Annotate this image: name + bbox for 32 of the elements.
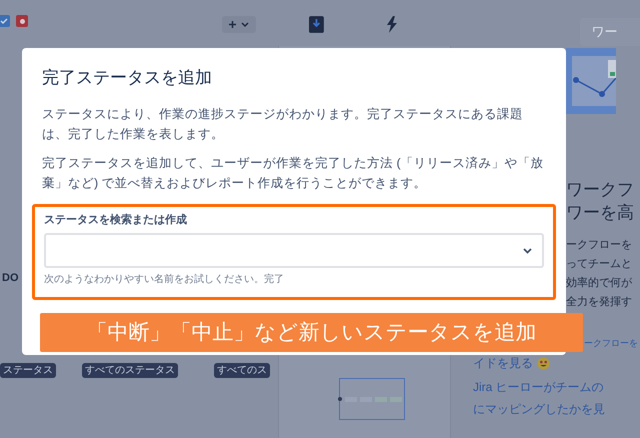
smiling-face-icon	[537, 356, 550, 370]
panel-heading: ワークフ	[566, 179, 635, 201]
panel-text: 全力を発揮す	[566, 295, 633, 310]
checkbox-icon	[0, 15, 10, 27]
panel-text: ってチームと	[566, 257, 633, 272]
caret-icon	[241, 22, 250, 28]
add-status-button[interactable]	[222, 16, 256, 33]
column-label: DO	[2, 271, 18, 286]
hero-link[interactable]: にマッピングしたかを見	[473, 398, 640, 420]
hero-link[interactable]: Jira ヒーローがチームの	[473, 376, 640, 398]
guide-link[interactable]: イドを見る	[473, 353, 533, 373]
dialog-text: 完了ステータスを追加して、ユーザーが作業を完了した方法 (「リリース済み」や「放棄」など) で並べ替えおよびレポート作成を行うことができます。	[42, 155, 545, 192]
status-badge: すべてのステータス	[82, 362, 178, 378]
diagram-thumbnail	[339, 378, 405, 420]
status-badge: すべてのス	[214, 362, 270, 378]
dialog-text: ステータスにより、作業の進捗ステージがわかります。完了ステータスにある課題は、完了した作業を表します。	[42, 106, 524, 143]
plus-icon	[228, 20, 238, 29]
record-icon	[16, 15, 28, 27]
transition-icon[interactable]	[308, 16, 324, 33]
guide-link[interactable]: ークフローを	[584, 334, 640, 353]
status-badge: ステータス	[0, 362, 56, 378]
search-field[interactable]: ワー	[580, 18, 640, 46]
panel-text: ークフローを	[566, 238, 633, 253]
panel-heading: ワーを高	[566, 202, 635, 224]
field-helper: 次のようなわかりやすい名前をお試しください。完了	[44, 273, 285, 287]
lightning-icon[interactable]	[386, 16, 398, 33]
field-label: ステータスを検索または作成	[44, 212, 188, 228]
caret-icon	[523, 248, 532, 254]
panel-text: 効率的で何が	[566, 276, 633, 291]
chart-illustration	[566, 48, 616, 116]
caption-banner: 「中断」「中止」など新しいステータスを追加	[40, 313, 583, 352]
dialog-title: 完了ステータスを追加	[42, 67, 213, 89]
